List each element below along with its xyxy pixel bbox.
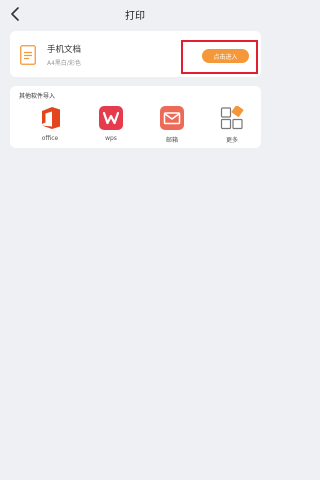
page-title: 打印: [125, 10, 145, 22]
app-office[interactable]: office: [30, 104, 70, 146]
enter-button[interactable]: 点击进入: [202, 49, 249, 63]
top-bar: 打印: [0, 0, 270, 28]
phone-document-card[interactable]: 手机文档 A4黑白/彩色 点击进入: [10, 31, 261, 77]
mail-icon: [160, 106, 184, 130]
import-heading: 其他软件导入: [19, 93, 56, 100]
app-more[interactable]: 更多: [212, 104, 252, 146]
more-grid-icon: [220, 106, 244, 130]
document-subtitle: A4黑白/彩色: [47, 60, 81, 67]
document-icon: [20, 45, 36, 65]
app-mail[interactable]: 邮箱: [152, 104, 192, 146]
office-icon: [42, 107, 60, 129]
app-label: office: [41, 135, 59, 142]
back-arrow-icon: [11, 7, 19, 21]
app-label: wps: [105, 135, 117, 142]
app-label: 更多: [225, 137, 238, 144]
wps-icon: [99, 106, 123, 130]
app-wps[interactable]: wps: [91, 104, 131, 146]
document-title: 手机文档: [47, 45, 82, 55]
import-card: 其他软件导入 office wps 邮箱 更多: [10, 86, 261, 148]
back-button[interactable]: [6, 4, 24, 24]
app-label: 邮箱: [165, 137, 178, 144]
